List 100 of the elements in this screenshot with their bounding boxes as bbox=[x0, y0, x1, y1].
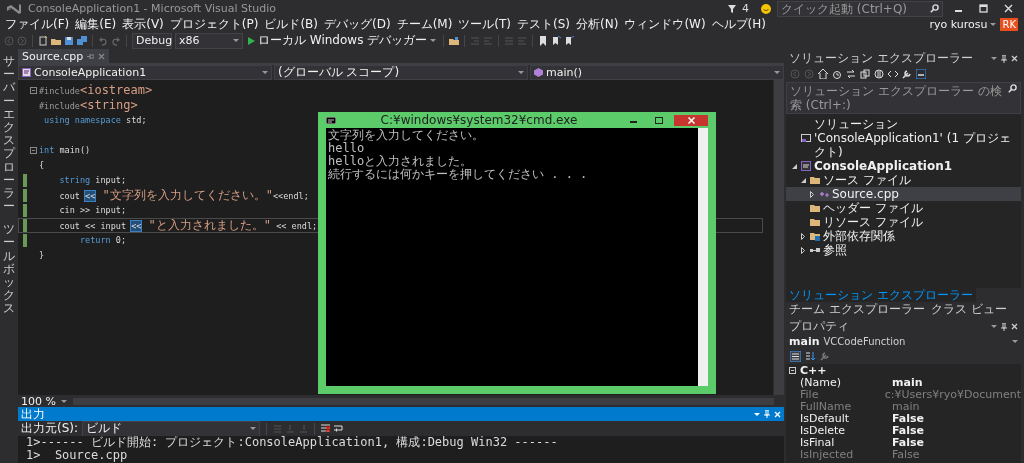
side-tab[interactable]: サーバーエクスプローラー bbox=[3, 55, 15, 214]
tree-item[interactable]: リソース ファイル bbox=[786, 215, 1021, 229]
search-field[interactable]: ソリューション エクスプローラー の検索 (Ctrl+:) bbox=[786, 82, 1021, 114]
menu-item[interactable]: ビルド(B) bbox=[261, 16, 321, 33]
menu-item[interactable]: 編集(E) bbox=[72, 16, 120, 33]
home-icon[interactable] bbox=[818, 69, 828, 79]
folder-icon[interactable] bbox=[449, 35, 460, 46]
panel-tab[interactable]: クラス ビュー bbox=[927, 302, 1010, 316]
property-name: (Name) bbox=[800, 375, 843, 389]
quick-launch-field[interactable]: クイック起動 (Ctrl+Q) bbox=[777, 0, 943, 17]
logo-icon bbox=[6, 2, 22, 15]
property-value: False bbox=[892, 423, 925, 437]
project-dropdown[interactable]: ConsoleApplication1 bbox=[18, 65, 272, 80]
configuration-dropdown[interactable]: Debug bbox=[132, 32, 172, 49]
menu-item[interactable]: ウィンドウ(W) bbox=[621, 16, 709, 33]
pin-icon[interactable] bbox=[1001, 54, 1007, 63]
property-value: False bbox=[892, 435, 925, 449]
categorized-icon[interactable] bbox=[790, 350, 801, 362]
search-icon[interactable] bbox=[930, 4, 939, 13]
user-name[interactable]: ryo kurosu bbox=[929, 18, 988, 31]
show-all-files-icon[interactable] bbox=[874, 69, 884, 79]
tree-item[interactable]: ConsoleApplication1 bbox=[786, 159, 1021, 173]
tree-item[interactable]: Source.cpp bbox=[786, 187, 1021, 201]
avatar-badge[interactable]: RK bbox=[1000, 18, 1018, 31]
caret-icon bbox=[61, 399, 67, 403]
tree-item[interactable]: ソリューション 'ConsoleApplication1' (1 プロジェクト) bbox=[786, 117, 1021, 159]
close-icon[interactable] bbox=[1011, 323, 1018, 330]
property-name: IsDelete bbox=[800, 423, 847, 437]
preview-icon[interactable] bbox=[916, 69, 926, 79]
property-value: c:¥Users¥ryo¥Document bbox=[884, 387, 1021, 401]
save-all-icon[interactable] bbox=[77, 35, 87, 46]
tree-item[interactable]: ソース ファイル bbox=[786, 173, 1021, 187]
funnel-icon[interactable] bbox=[728, 4, 736, 13]
pin-icon[interactable] bbox=[1001, 322, 1007, 331]
window-title: ConsoleApplication1 - Microsoft Visual Studio bbox=[28, 2, 276, 15]
caret-icon[interactable] bbox=[754, 412, 760, 416]
menu-item[interactable]: テスト(S) bbox=[514, 16, 574, 33]
caret-icon bbox=[991, 325, 997, 328]
panel-tab[interactable]: チーム エクスプローラー bbox=[786, 302, 928, 316]
scope-dropdown[interactable]: (グローバル スコープ) bbox=[274, 65, 528, 80]
code-line: #include<string> bbox=[39, 98, 138, 113]
close-button[interactable] bbox=[674, 114, 708, 126]
play-icon bbox=[248, 36, 255, 45]
code-icon[interactable] bbox=[888, 69, 898, 79]
menu-item[interactable]: 分析(N) bbox=[573, 16, 622, 33]
panel-title: ソリューション エクスプローラー bbox=[789, 50, 973, 67]
word-wrap-icon[interactable] bbox=[334, 424, 344, 433]
undo-icon[interactable] bbox=[98, 35, 108, 46]
console-line: 続行するには何かキーを押してください . . . bbox=[328, 168, 589, 181]
property-value: False bbox=[892, 447, 920, 461]
collapse-icon[interactable] bbox=[29, 87, 37, 94]
code-line: string input; bbox=[58, 174, 126, 187]
object-dropdown[interactable]: main VCCodeFunction bbox=[786, 334, 1021, 348]
start-debugging-button[interactable]: ローカル Windows デバッガー bbox=[246, 32, 439, 49]
caret-icon bbox=[990, 23, 997, 26]
close-icon[interactable] bbox=[1011, 55, 1018, 62]
history-icon[interactable] bbox=[832, 69, 842, 79]
bookmark-icon[interactable] bbox=[538, 35, 549, 46]
maximize-icon bbox=[979, 4, 988, 13]
menu-item[interactable]: チーム(M) bbox=[393, 16, 456, 33]
member-dropdown[interactable]: main() bbox=[530, 65, 784, 80]
collapse-icon[interactable] bbox=[29, 147, 37, 154]
collapsed-icon[interactable] bbox=[810, 190, 814, 198]
menu-item[interactable]: ツール(T) bbox=[455, 16, 515, 33]
menu-item[interactable]: プロジェクト(P) bbox=[166, 16, 262, 33]
clear-icon[interactable] bbox=[321, 424, 331, 433]
zoom-dropdown[interactable]: 100 % bbox=[18, 394, 70, 408]
panel-tab[interactable]: ソリューション エクスプローラー bbox=[786, 288, 976, 302]
tree-item[interactable]: 参照 bbox=[786, 243, 1021, 257]
document-tab[interactable]: Source.cpp bbox=[18, 49, 110, 63]
tree-item[interactable]: ヘッダー ファイル bbox=[786, 201, 1021, 215]
alphabetical-icon[interactable] bbox=[805, 350, 816, 362]
solution-icon bbox=[801, 133, 811, 143]
save-icon[interactable] bbox=[64, 35, 74, 46]
platform-dropdown[interactable]: x86 bbox=[175, 32, 243, 49]
bookmark-previous-icon[interactable] bbox=[551, 35, 562, 46]
sync-icon[interactable] bbox=[846, 69, 856, 79]
pin-icon[interactable] bbox=[87, 52, 95, 60]
tree-item[interactable]: 外部依存関係 bbox=[786, 229, 1021, 243]
bookmark-next-icon[interactable] bbox=[564, 35, 575, 46]
menu-item[interactable]: 表示(V) bbox=[119, 16, 167, 33]
side-tab[interactable]: ツールボックス bbox=[3, 223, 15, 316]
menu-item[interactable]: デバッグ(D) bbox=[321, 16, 394, 33]
scrollbar[interactable] bbox=[773, 80, 784, 395]
menu-item[interactable]: ヘルプ(H) bbox=[708, 16, 769, 33]
window-title: C:¥windows¥system32¥cmd.exe bbox=[379, 113, 579, 127]
collapse-icon[interactable] bbox=[789, 366, 796, 374]
search-icon[interactable] bbox=[1008, 84, 1017, 93]
expanded-icon[interactable] bbox=[791, 163, 797, 169]
redo-icon[interactable] bbox=[111, 35, 121, 46]
caret-icon bbox=[991, 57, 997, 60]
smiley-icon[interactable] bbox=[761, 3, 771, 14]
close-icon bbox=[1004, 4, 1013, 13]
expanded-icon[interactable] bbox=[800, 177, 806, 183]
scrollbar[interactable] bbox=[698, 128, 708, 386]
collapse-all-icon[interactable] bbox=[860, 69, 870, 79]
cpp-file-icon bbox=[819, 189, 829, 199]
menu-item[interactable]: ファイル(F) bbox=[2, 16, 73, 33]
new-item-icon[interactable] bbox=[38, 35, 48, 46]
console-line: hello bbox=[328, 142, 366, 155]
